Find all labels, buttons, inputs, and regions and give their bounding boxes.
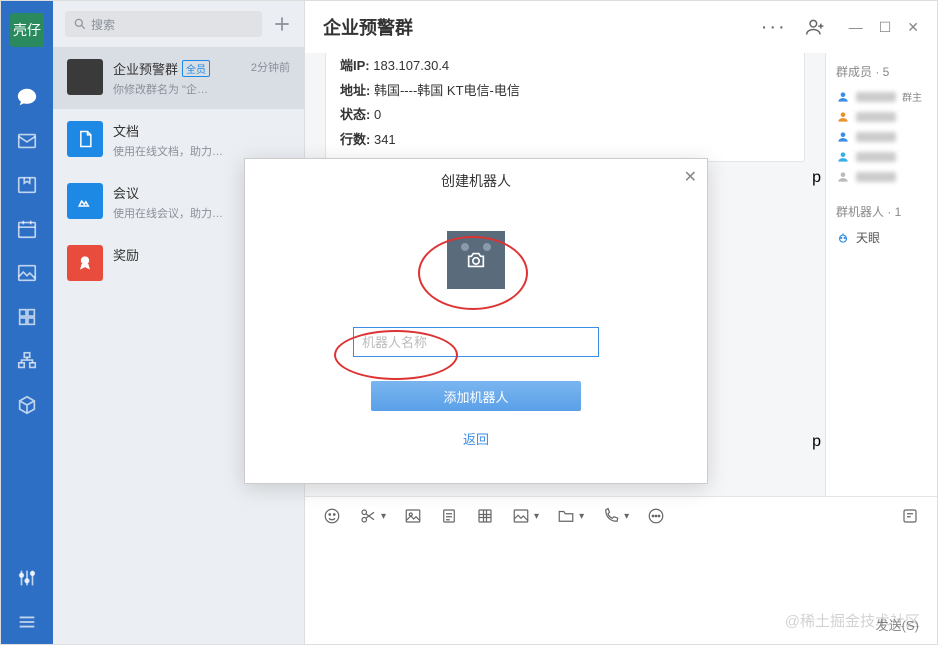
close-icon[interactable]: ✕ [684,167,697,187]
camera-icon [447,231,505,289]
add-robot-button[interactable]: 添加机器人 [371,381,581,411]
back-link[interactable]: 返回 [245,429,707,448]
robot-name-input[interactable] [353,327,599,357]
create-robot-modal: ✕ 创建机器人 添加机器人 返回 [244,158,708,484]
robot-avatar-upload[interactable] [447,231,505,289]
modal-title: 创建机器人 [245,159,707,203]
